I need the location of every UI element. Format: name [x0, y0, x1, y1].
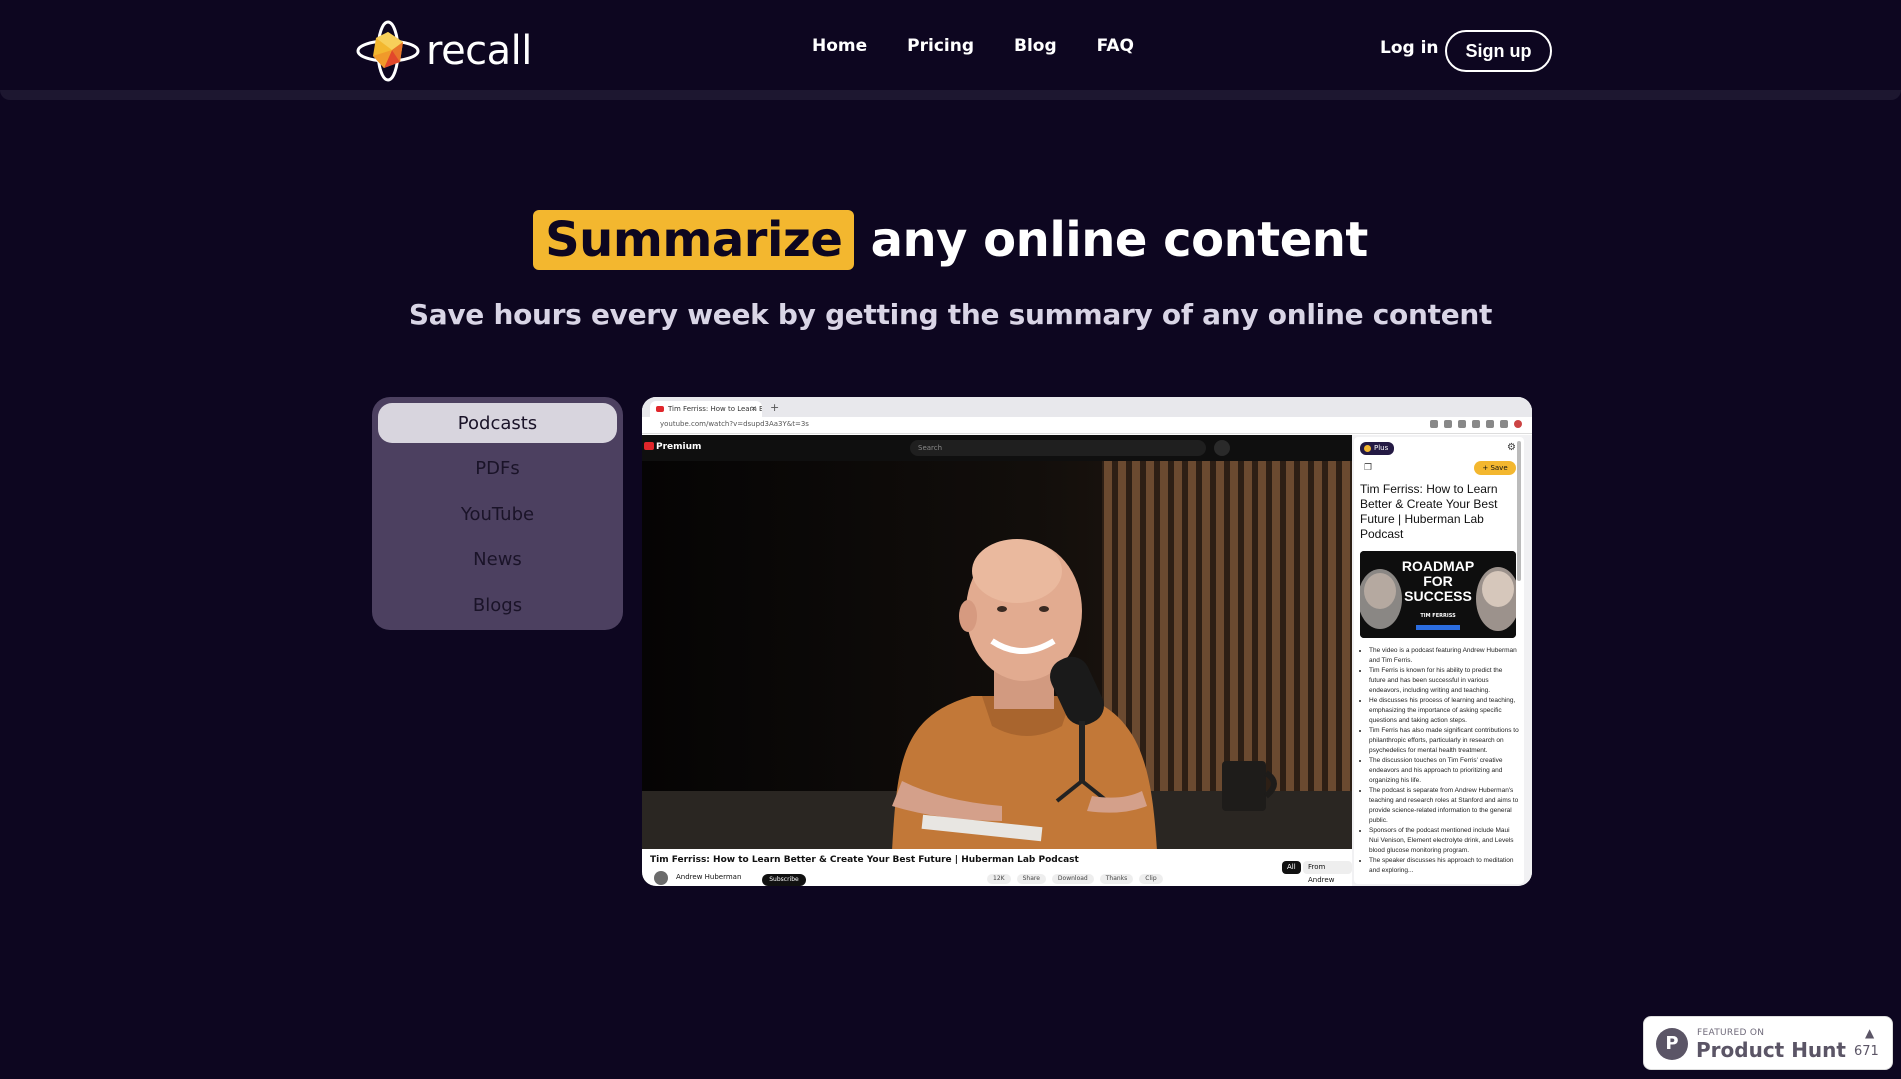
video-info-bar: Tim Ferriss: How to Learn Better & Creat…: [642, 849, 1352, 886]
summary-bullet: The discussion touches on Tim Ferris' cr…: [1369, 756, 1520, 786]
close-tab-icon: ×: [750, 404, 757, 413]
browser-tab: Tim Ferriss: How to Learn Bett ×: [650, 401, 762, 417]
category-news[interactable]: News: [378, 540, 617, 580]
hero-title: Summarize any online content: [0, 210, 1901, 270]
chip-all: All: [1282, 861, 1301, 874]
demo-browser-screenshot: Tim Ferriss: How to Learn Bett × + youtu…: [642, 397, 1532, 886]
podcast-thumbnail: ROADMAP FOR SUCCESS TIM FERRISS: [1360, 551, 1516, 638]
channel-name: Andrew Huberman: [676, 873, 742, 881]
product-hunt-name: Product Hunt: [1696, 1038, 1846, 1062]
summary-bullet: The speaker discusses his approach to me…: [1369, 856, 1520, 876]
thumbnail-tag: [1416, 625, 1460, 630]
category-youtube[interactable]: YouTube: [378, 494, 617, 534]
clip-action: Clip: [1139, 874, 1163, 884]
login-link[interactable]: Log in: [1380, 38, 1439, 58]
main-nav: Home Pricing Blog FAQ: [812, 36, 1134, 56]
hero-title-rest: any online content: [854, 212, 1369, 268]
recall-summary-panel: Plus ⚙ ❐ + Save Tim Ferriss: How to Lear…: [1352, 435, 1532, 886]
thumbnail-text: ROADMAP FOR SUCCESS: [1401, 558, 1475, 604]
save-button: + Save: [1474, 461, 1516, 475]
summary-bullet: The podcast is separate from Andrew Hube…: [1369, 786, 1520, 826]
plus-badge: Plus: [1360, 442, 1395, 455]
thumbnail-subtext: TIM FERRISS: [1420, 613, 1456, 619]
subscribe-button: Subscribe: [762, 874, 806, 886]
hero-subtitle: Save hours every week by getting the sum…: [408, 298, 1493, 331]
summary-bullet: Sponsors of the podcast mentioned includ…: [1369, 826, 1520, 856]
mic-icon: [1214, 440, 1230, 456]
summary-bullet: Tim Ferris is known for his ability to p…: [1369, 666, 1520, 696]
recall-logo-icon: [356, 20, 420, 82]
browser-tab-title: Tim Ferriss: How to Learn Bett: [668, 405, 762, 413]
summary-bullet: Tim Ferris has also made significant con…: [1369, 726, 1520, 756]
summary-bullets: The video is a podcast featuring Andrew …: [1360, 646, 1520, 876]
summary-title: Tim Ferriss: How to Learn Better & Creat…: [1360, 482, 1498, 541]
thanks-action: Thanks: [1099, 874, 1134, 884]
share-action: Share: [1016, 874, 1046, 884]
browser-toolbar-icons: [1430, 420, 1522, 428]
site-header: recall Home Pricing Blog FAQ Log in Sign…: [0, 0, 1901, 100]
browser-address-bar: youtube.com/watch?v=dsupd3Aa3Y&t=3s: [642, 417, 1532, 434]
youtube-favicon-icon: [656, 406, 664, 412]
download-action: Download: [1051, 874, 1094, 884]
new-tab-icon: +: [770, 401, 780, 414]
nav-pricing[interactable]: Pricing: [907, 36, 974, 56]
youtube-search: Search: [910, 440, 1206, 456]
summary-bullet: The video is a podcast featuring Andrew …: [1369, 646, 1520, 666]
youtube-logo-text: Premium: [656, 442, 702, 452]
video-still-image: [642, 461, 1352, 851]
chip-from-andrew: From Andrew: [1303, 861, 1352, 884]
logo[interactable]: recall: [356, 20, 532, 82]
copy-icon: ❐: [1364, 463, 1373, 473]
logo-text: recall: [426, 28, 532, 74]
hero-highlight: Summarize: [533, 210, 855, 270]
product-hunt-featured: FEATURED ON: [1697, 1028, 1765, 1038]
product-hunt-logo-icon: P: [1656, 1028, 1688, 1060]
youtube-topbar: Premium Search: [642, 435, 1352, 461]
video-frame: [642, 461, 1352, 851]
browser-url: youtube.com/watch?v=dsupd3Aa3Y&t=3s: [660, 420, 809, 428]
content-type-selector: Podcasts PDFs YouTube News Blogs: [372, 397, 623, 630]
gear-icon: ⚙: [1507, 442, 1516, 453]
nav-blog[interactable]: Blog: [1014, 36, 1057, 56]
channel-avatar: [654, 871, 668, 885]
category-podcasts[interactable]: Podcasts: [378, 403, 617, 443]
upvote-count: 671: [1854, 1044, 1879, 1059]
youtube-logo: Premium: [644, 442, 701, 452]
signup-button[interactable]: Sign up: [1445, 30, 1552, 72]
video-title: Tim Ferriss: How to Learn Better & Creat…: [650, 855, 1079, 865]
summary-bullet: He discusses his process of learning and…: [1369, 696, 1520, 726]
product-hunt-badge[interactable]: P FEATURED ON Product Hunt ▲ 671: [1643, 1016, 1893, 1070]
save-label: Save: [1490, 464, 1508, 472]
like-action: 12K: [987, 874, 1011, 884]
video-actions: 12K Share Download Thanks Clip: [987, 874, 1163, 884]
upvote-arrow-icon: ▲: [1865, 1026, 1875, 1040]
browser-tab-bar: Tim Ferriss: How to Learn Bett × +: [642, 397, 1532, 417]
category-blogs[interactable]: Blogs: [378, 585, 617, 625]
youtube-play-icon: [644, 442, 654, 450]
recall-summary-card: Plus ⚙ ❐ + Save Tim Ferriss: How to Lear…: [1354, 437, 1524, 884]
nav-home[interactable]: Home: [812, 36, 867, 56]
youtube-page: Premium Search Tim Ferriss: How to Learn…: [642, 435, 1352, 886]
nav-faq[interactable]: FAQ: [1097, 36, 1134, 56]
panel-scrollbar: [1517, 441, 1521, 581]
category-pdfs[interactable]: PDFs: [378, 449, 617, 489]
